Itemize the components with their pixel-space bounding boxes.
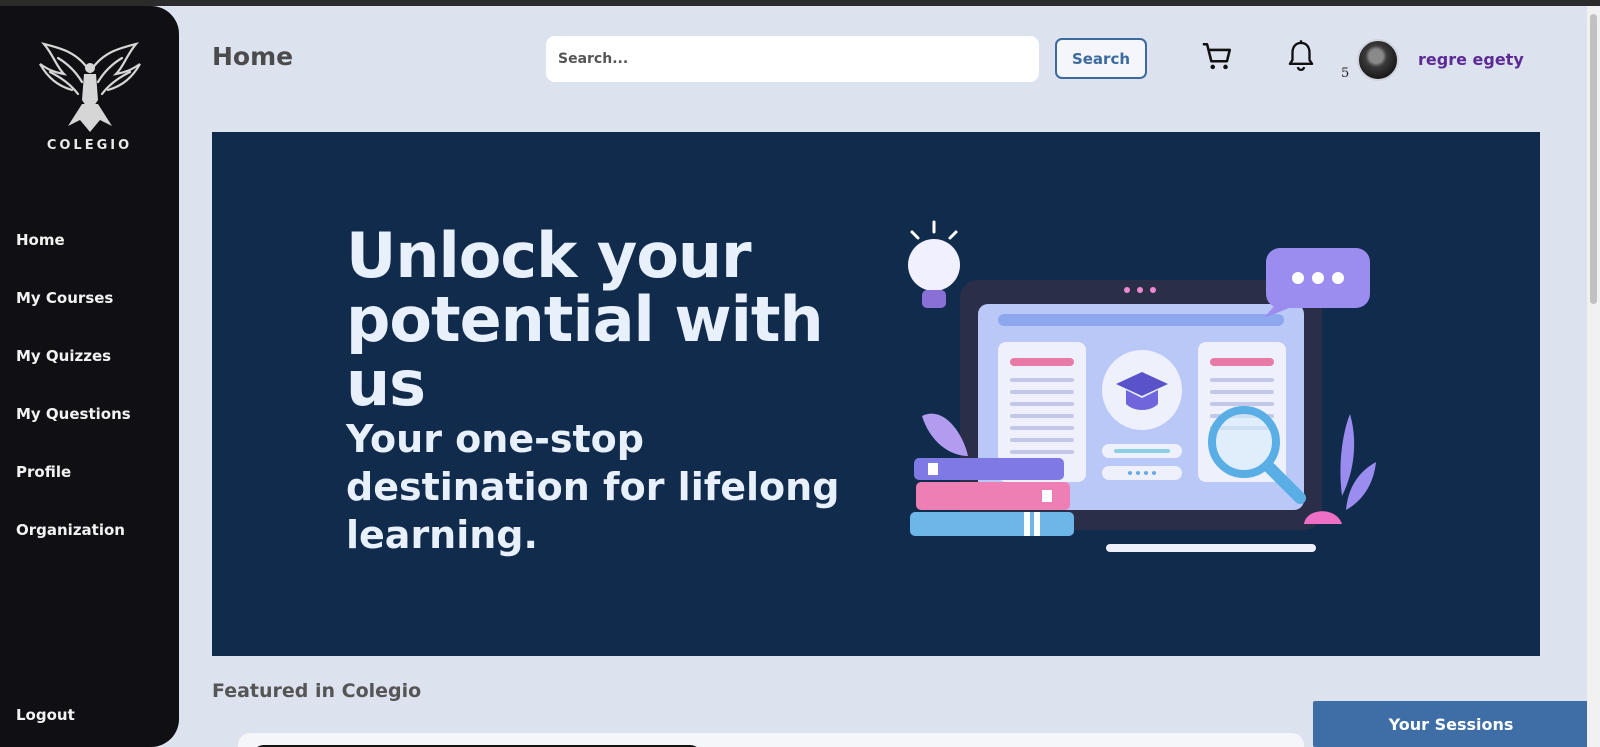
chat-bubble-icon bbox=[1264, 248, 1370, 318]
notification-count: 5 bbox=[1341, 66, 1350, 81]
sidebar-item-my-courses[interactable]: My Courses bbox=[16, 289, 113, 307]
brand-name: COLEGIO bbox=[46, 138, 133, 153]
sidebar-item-profile[interactable]: Profile bbox=[16, 463, 71, 481]
hero-subheadline: Your one-stop destination for lifelong l… bbox=[346, 417, 840, 557]
phoenix-logo bbox=[39, 42, 141, 132]
hero-banner: Unlock your potential with us Your one-s… bbox=[212, 132, 1540, 656]
bell-icon[interactable] bbox=[1285, 39, 1317, 73]
logout-button[interactable]: Logout bbox=[16, 706, 75, 724]
sidebar-item-my-questions[interactable]: My Questions bbox=[16, 405, 131, 423]
featured-card[interactable] bbox=[238, 733, 1304, 747]
hero-headline: Unlock your potential with us bbox=[346, 219, 824, 420]
scrollbar-thumb[interactable] bbox=[1590, 14, 1597, 304]
your-sessions-button[interactable]: Your Sessions bbox=[1313, 701, 1589, 747]
sidebar-item-home[interactable]: Home bbox=[16, 231, 65, 249]
sidebar-item-my-quizzes[interactable]: My Quizzes bbox=[16, 347, 111, 365]
page-title: Home bbox=[212, 42, 294, 71]
online-learning-illustration bbox=[908, 220, 1376, 552]
scrollbar[interactable] bbox=[1587, 6, 1600, 747]
search-input[interactable] bbox=[546, 36, 1039, 82]
featured-section-title: Featured in Colegio bbox=[212, 680, 422, 702]
lightbulb-icon bbox=[908, 220, 960, 308]
avatar[interactable] bbox=[1357, 39, 1399, 81]
user-name[interactable]: regre egety bbox=[1418, 50, 1524, 69]
browser-top-strip bbox=[0, 0, 1600, 6]
cart-icon[interactable] bbox=[1200, 40, 1234, 74]
sidebar-item-organization[interactable]: Organization bbox=[16, 521, 125, 539]
sidebar: COLEGIO Home My Courses My Quizzes My Qu… bbox=[0, 6, 179, 747]
search-button[interactable]: Search bbox=[1055, 38, 1147, 79]
